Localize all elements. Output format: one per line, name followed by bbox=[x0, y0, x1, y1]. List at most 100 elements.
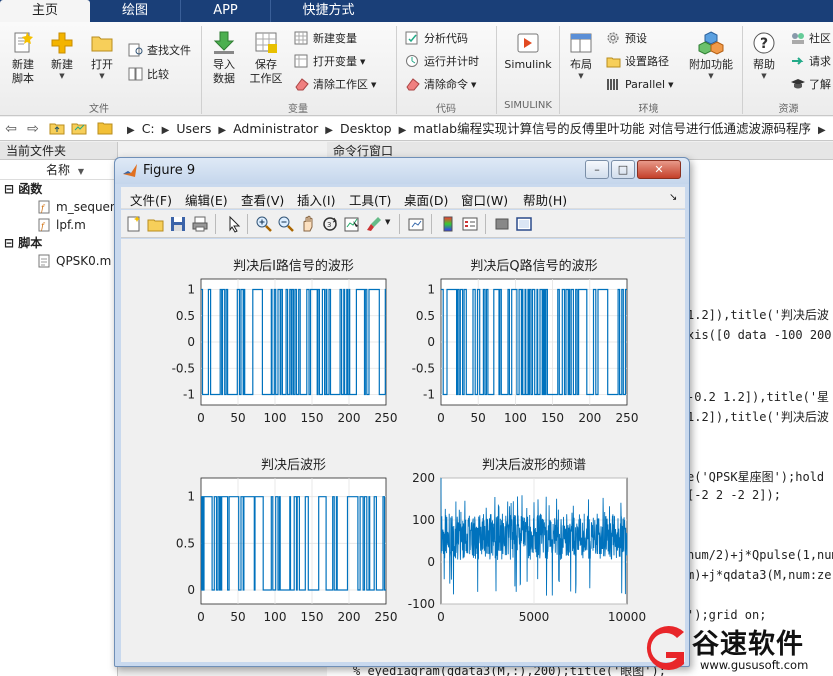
menu-file[interactable]: 文件(F) bbox=[130, 190, 172, 209]
toolbar-divider bbox=[215, 214, 216, 234]
help-button[interactable]: ? 帮助 ▼ bbox=[746, 30, 782, 80]
import-data-button[interactable]: 导入 数据 bbox=[205, 30, 243, 86]
breadcrumb-item[interactable]: matlab编程实现计算信号的反傅里叶功能 对信号进行低通滤波源码程序 bbox=[413, 121, 811, 136]
preferences-button[interactable]: 预设 bbox=[606, 30, 647, 48]
breadcrumb-item[interactable]: Administrator bbox=[233, 121, 318, 136]
current-folder-title: 当前文件夹 bbox=[6, 144, 67, 158]
file-item[interactable]: f lpf.m bbox=[0, 216, 117, 234]
x-tick-label: 0 bbox=[437, 411, 445, 425]
set-path-button[interactable]: 设置路径 bbox=[606, 53, 669, 71]
breadcrumb-item[interactable]: Users bbox=[176, 121, 211, 136]
learn-matlab-button[interactable]: 了解 bbox=[790, 76, 831, 94]
open-variable-button[interactable]: 打开变量 ▼ bbox=[294, 53, 365, 71]
figure-window[interactable]: Figure 9 – □ ✕ 文件(F) 编辑(E) 查看(V) 插入(I) 工… bbox=[114, 157, 690, 667]
rotate-3d-icon[interactable]: 3 bbox=[321, 215, 339, 233]
grid-save-icon bbox=[255, 32, 277, 53]
run-time-button[interactable]: 运行并计时 bbox=[405, 53, 479, 71]
new-button[interactable]: 新建 ▼ bbox=[44, 30, 80, 80]
compare-button[interactable]: 比较 bbox=[128, 66, 169, 84]
menu-edit[interactable]: 编辑(E) bbox=[185, 190, 228, 209]
breadcrumb-item[interactable]: Desktop bbox=[340, 121, 392, 136]
tab-home[interactable]: 主页 bbox=[0, 0, 90, 22]
x-tick-label: 250 bbox=[375, 610, 398, 624]
find-files-icon bbox=[128, 43, 143, 57]
new-script-button[interactable]: 新建 脚本 bbox=[4, 30, 42, 86]
new-figure-icon[interactable] bbox=[125, 215, 143, 233]
up-folder-icon[interactable] bbox=[48, 120, 66, 138]
tab-apps[interactable]: APP bbox=[180, 0, 270, 22]
x-tick-label: 250 bbox=[375, 411, 398, 425]
breadcrumb-item[interactable]: C: bbox=[142, 121, 155, 136]
show-plot-tools-icon[interactable] bbox=[515, 215, 533, 233]
zoom-out-icon[interactable] bbox=[277, 215, 295, 233]
menu-desktop[interactable]: 桌面(D) bbox=[404, 190, 448, 209]
colorbar-icon[interactable] bbox=[439, 215, 457, 233]
breadcrumb[interactable]: ▶ C: ▶ Users ▶ Administrator ▶ Desktop ▶ matlab编程… bbox=[120, 117, 833, 141]
tab-shortcuts[interactable]: 快捷方式 bbox=[270, 0, 386, 22]
chevron-down-icon[interactable]: ▼ bbox=[385, 218, 390, 226]
menu-dock-arrow-icon[interactable]: ↘ bbox=[669, 192, 677, 203]
close-button[interactable]: ✕ bbox=[637, 160, 681, 179]
menu-view[interactable]: 查看(V) bbox=[241, 190, 284, 209]
link-plot-icon[interactable] bbox=[407, 215, 425, 233]
y-tick-label: 0 bbox=[187, 335, 195, 349]
minimize-button[interactable]: – bbox=[585, 160, 609, 179]
file-item[interactable]: f m_sequence.m bbox=[0, 198, 147, 216]
import-data-label: 导入 数据 bbox=[213, 58, 235, 85]
figure-canvas: 0 50 100 150 200 250 -1 -0.5 0 0.5 1 判决后I路信号的波形 0 50 1… bbox=[121, 239, 685, 662]
breadcrumb-separator-icon: ▶ bbox=[325, 125, 333, 136]
x-tick-label: 0 bbox=[197, 610, 205, 624]
group-label-environment: 环境 bbox=[638, 104, 659, 115]
menu-tools[interactable]: 工具(T) bbox=[349, 190, 391, 209]
menu-help[interactable]: 帮助(H) bbox=[523, 190, 567, 209]
tree-group-functions[interactable]: ⊟ 函数 bbox=[0, 180, 117, 198]
print-icon[interactable] bbox=[191, 215, 209, 233]
help-icon: ? bbox=[753, 32, 775, 54]
code-line: -0.2 1.2]),title('星 bbox=[687, 390, 830, 404]
addons-button[interactable]: 附加功能 ▼ bbox=[686, 30, 736, 80]
name-column-header[interactable]: 名称 ▼ bbox=[0, 160, 117, 180]
find-files-button[interactable]: 查找文件 bbox=[128, 42, 191, 60]
simulink-button[interactable]: Simulink bbox=[500, 30, 556, 72]
group-divider bbox=[496, 26, 497, 114]
legend-icon[interactable] bbox=[461, 215, 479, 233]
pointer-arrow-icon[interactable] bbox=[225, 215, 243, 233]
zoom-in-icon[interactable] bbox=[255, 215, 273, 233]
brush-icon[interactable] bbox=[365, 215, 383, 233]
back-arrow-icon[interactable]: ⇦ bbox=[2, 120, 20, 138]
group-label: 脚本 bbox=[18, 236, 43, 250]
menu-insert[interactable]: 插入(I) bbox=[297, 190, 335, 209]
layout-button[interactable]: 布局 ▼ bbox=[563, 30, 599, 80]
data-cursor-icon[interactable] bbox=[343, 215, 361, 233]
community-button[interactable]: 社区 bbox=[790, 30, 831, 48]
clear-workspace-button[interactable]: 清除工作区 ▼ bbox=[294, 76, 376, 94]
menu-window[interactable]: 窗口(W) bbox=[461, 190, 508, 209]
help-label: 帮助 bbox=[753, 58, 775, 71]
file-item[interactable]: QPSK0.m bbox=[0, 252, 117, 270]
x-tick-label: 150 bbox=[301, 610, 324, 624]
analyze-code-button[interactable]: 分析代码 bbox=[405, 30, 468, 48]
browse-folder-icon[interactable] bbox=[70, 120, 88, 138]
save-icon[interactable] bbox=[169, 215, 187, 233]
folder-icon bbox=[91, 36, 113, 52]
new-variable-button[interactable]: 新建变量 bbox=[294, 30, 357, 48]
forward-arrow-icon[interactable]: ⇨ bbox=[24, 120, 42, 138]
open-button[interactable]: 打开 ▼ bbox=[84, 30, 120, 80]
tree-group-scripts[interactable]: ⊟ 脚本 bbox=[0, 234, 117, 252]
collapse-icon[interactable]: ⊟ bbox=[4, 182, 18, 196]
x-tick-label: 0 bbox=[197, 411, 205, 425]
open-file-icon[interactable] bbox=[147, 215, 165, 233]
parallel-button[interactable]: Parallel ▼ bbox=[606, 76, 673, 94]
plot-title: 判决后波形 bbox=[261, 458, 326, 473]
figure-toolbar: 3 ▼ bbox=[121, 210, 685, 238]
tab-plots[interactable]: 绘图 bbox=[90, 0, 180, 22]
save-workspace-button[interactable]: 保存 工作区 bbox=[246, 30, 286, 86]
request-support-button[interactable]: 请求 bbox=[790, 53, 831, 71]
figure-titlebar[interactable]: Figure 9 – □ ✕ bbox=[115, 158, 689, 184]
pan-hand-icon[interactable] bbox=[299, 215, 317, 233]
hide-plot-tools-icon[interactable] bbox=[493, 215, 511, 233]
collapse-icon[interactable]: ⊟ bbox=[4, 236, 18, 250]
maximize-button[interactable]: □ bbox=[611, 160, 635, 179]
clear-commands-button[interactable]: 清除命令 ▼ bbox=[405, 76, 476, 94]
layout-label: 布局 bbox=[570, 58, 592, 71]
